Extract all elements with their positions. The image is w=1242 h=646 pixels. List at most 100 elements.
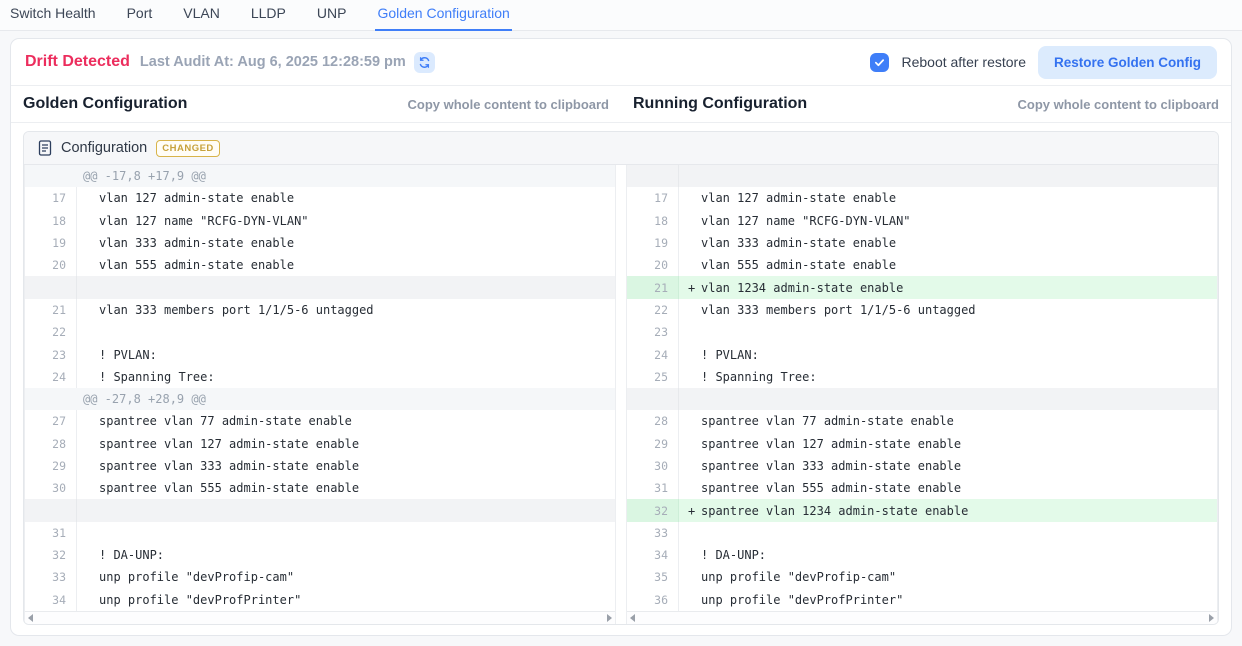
- line-content: vlan 127 name "RCFG-DYN-VLAN": [77, 210, 615, 232]
- diff-row-line: 27spantree vlan 77 admin-state enable: [25, 410, 615, 432]
- diff-row-line: 19vlan 333 admin-state enable: [627, 232, 1217, 254]
- line-content: vlan 333 members port 1/1/5-6 untagged: [679, 299, 1217, 321]
- line-number: 23: [25, 343, 77, 365]
- line-content: unp profile "devProfPrinter": [679, 589, 1217, 611]
- line-number: 22: [25, 321, 77, 343]
- line-content: ! Spanning Tree:: [679, 366, 1217, 388]
- diff-row-line: 21vlan 333 members port 1/1/5-6 untagged: [25, 299, 615, 321]
- diff-card: Configuration CHANGED @@ -17,8 +17,9 @@1…: [23, 131, 1219, 625]
- diff-row-line: 24! Spanning Tree:: [25, 366, 615, 388]
- diff-row-line: 22vlan 333 members port 1/1/5-6 untagged: [627, 299, 1217, 321]
- last-audit-text: Last Audit At: Aug 6, 2025 12:28:59 pm: [140, 54, 406, 70]
- diff-row-placeholder: [627, 388, 1217, 410]
- diff-row-line: 18vlan 127 name "RCFG-DYN-VLAN": [25, 210, 615, 232]
- line-number: [25, 499, 77, 521]
- line-content: spantree vlan 77 admin-state enable: [77, 410, 615, 432]
- horizontal-scrollbar-left[interactable]: [25, 611, 615, 624]
- drift-status-text: Drift Detected: [25, 53, 130, 71]
- restore-golden-config-button[interactable]: Restore Golden Config: [1038, 46, 1217, 79]
- diff-row-line: 30spantree vlan 333 admin-state enable: [627, 455, 1217, 477]
- tab-golden-configuration[interactable]: Golden Configuration: [375, 0, 511, 31]
- scroll-right-icon[interactable]: [607, 614, 612, 622]
- line-number: 19: [25, 232, 77, 254]
- diff-row-line: 29spantree vlan 333 admin-state enable: [25, 455, 615, 477]
- document-icon: [38, 140, 52, 156]
- diff-row-line: 23: [627, 321, 1217, 343]
- line-number: [627, 388, 679, 410]
- diff-row-line: 28spantree vlan 127 admin-state enable: [25, 433, 615, 455]
- running-config-header: Running Configuration Copy whole content…: [621, 86, 1231, 122]
- line-number: 36: [627, 589, 679, 611]
- diff-row-added: 21+vlan 1234 admin-state enable: [627, 276, 1217, 298]
- diff-pane-left: @@ -17,8 +17,9 @@17vlan 127 admin-state …: [24, 165, 616, 624]
- diff-section: Configuration CHANGED @@ -17,8 +17,9 @@1…: [11, 123, 1231, 635]
- tab-switch-health[interactable]: Switch Health: [8, 0, 98, 31]
- diff-row-line: 35unp profile "devProfip-cam": [627, 566, 1217, 588]
- reboot-after-restore-checkbox[interactable]: [870, 53, 889, 72]
- line-content: spantree vlan 127 admin-state enable: [679, 433, 1217, 455]
- tab-port[interactable]: Port: [125, 0, 155, 31]
- golden-config-title: Golden Configuration: [23, 95, 187, 113]
- golden-config-panel: Drift Detected Last Audit At: Aug 6, 202…: [10, 38, 1232, 636]
- tab-vlan[interactable]: VLAN: [181, 0, 222, 31]
- line-content: +vlan 1234 admin-state enable: [679, 276, 1217, 298]
- line-number: [25, 276, 77, 298]
- line-number: 27: [25, 410, 77, 432]
- line-content: unp profile "devProfip-cam": [679, 566, 1217, 588]
- horizontal-scrollbar-right[interactable]: [627, 611, 1217, 624]
- diff-row-hunk: @@ -17,8 +17,9 @@: [25, 165, 615, 187]
- line-number: 21: [25, 299, 77, 321]
- line-number: 23: [627, 321, 679, 343]
- line-number: 30: [25, 477, 77, 499]
- line-content: spantree vlan 555 admin-state enable: [679, 477, 1217, 499]
- reboot-after-restore-label: Reboot after restore: [901, 54, 1026, 70]
- diff-file-name: Configuration: [61, 140, 147, 156]
- line-content: spantree vlan 77 admin-state enable: [679, 410, 1217, 432]
- line-content: +spantree vlan 1234 admin-state enable: [679, 499, 1217, 521]
- line-content: spantree vlan 555 admin-state enable: [77, 477, 615, 499]
- diff-row-line: 19vlan 333 admin-state enable: [25, 232, 615, 254]
- tab-lldp[interactable]: LLDP: [249, 0, 288, 31]
- scroll-right-icon[interactable]: [1209, 614, 1214, 622]
- copy-golden-config-link[interactable]: Copy whole content to clipboard: [408, 97, 610, 112]
- line-number: 28: [627, 410, 679, 432]
- tab-bar: Switch Health Port VLAN LLDP UNP Golden Confi…: [0, 0, 1242, 31]
- diff-row-line: 23! PVLAN:: [25, 343, 615, 365]
- tab-unp[interactable]: UNP: [315, 0, 349, 31]
- diff-row-placeholder: [627, 165, 1217, 187]
- diff-panes: @@ -17,8 +17,9 @@17vlan 127 admin-state …: [24, 165, 1218, 624]
- diff-row-line: 36unp profile "devProfPrinter": [627, 589, 1217, 611]
- line-content: [77, 276, 615, 298]
- diff-row-hunk: @@ -27,8 +28,9 @@: [25, 388, 615, 410]
- line-content: ! DA-UNP:: [77, 544, 615, 566]
- diff-row-placeholder: [25, 276, 615, 298]
- line-content: spantree vlan 127 admin-state enable: [77, 433, 615, 455]
- changed-badge: CHANGED: [156, 140, 220, 157]
- line-number: 25: [627, 366, 679, 388]
- diff-row-line: 17vlan 127 admin-state enable: [25, 187, 615, 209]
- diff-rows-right: 17vlan 127 admin-state enable18vlan 127 …: [627, 165, 1217, 611]
- diff-rows-left: @@ -17,8 +17,9 @@17vlan 127 admin-state …: [25, 165, 615, 611]
- scroll-left-icon[interactable]: [630, 614, 635, 622]
- line-content: vlan 333 admin-state enable: [77, 232, 615, 254]
- line-number: 17: [25, 187, 77, 209]
- drift-bar: Drift Detected Last Audit At: Aug 6, 202…: [11, 39, 1231, 86]
- diff-row-line: 25! Spanning Tree:: [627, 366, 1217, 388]
- scroll-left-icon[interactable]: [28, 614, 33, 622]
- diff-row-added: 32+spantree vlan 1234 admin-state enable: [627, 499, 1217, 521]
- line-number: 24: [627, 343, 679, 365]
- golden-config-header: Golden Configuration Copy whole content …: [11, 86, 621, 122]
- line-content: vlan 555 admin-state enable: [77, 254, 615, 276]
- diff-row-line: 28spantree vlan 77 admin-state enable: [627, 410, 1217, 432]
- line-number: 18: [627, 210, 679, 232]
- check-icon: [874, 57, 885, 68]
- diff-row-line: 24! PVLAN:: [627, 343, 1217, 365]
- diff-row-line: 30spantree vlan 555 admin-state enable: [25, 477, 615, 499]
- line-number: 19: [627, 232, 679, 254]
- diff-file-header: Configuration CHANGED: [24, 132, 1218, 165]
- sync-icon[interactable]: [414, 52, 435, 73]
- line-number: 17: [627, 187, 679, 209]
- diff-row-line: 34unp profile "devProfPrinter": [25, 589, 615, 611]
- line-number: 32: [627, 499, 679, 521]
- copy-running-config-link[interactable]: Copy whole content to clipboard: [1018, 97, 1220, 112]
